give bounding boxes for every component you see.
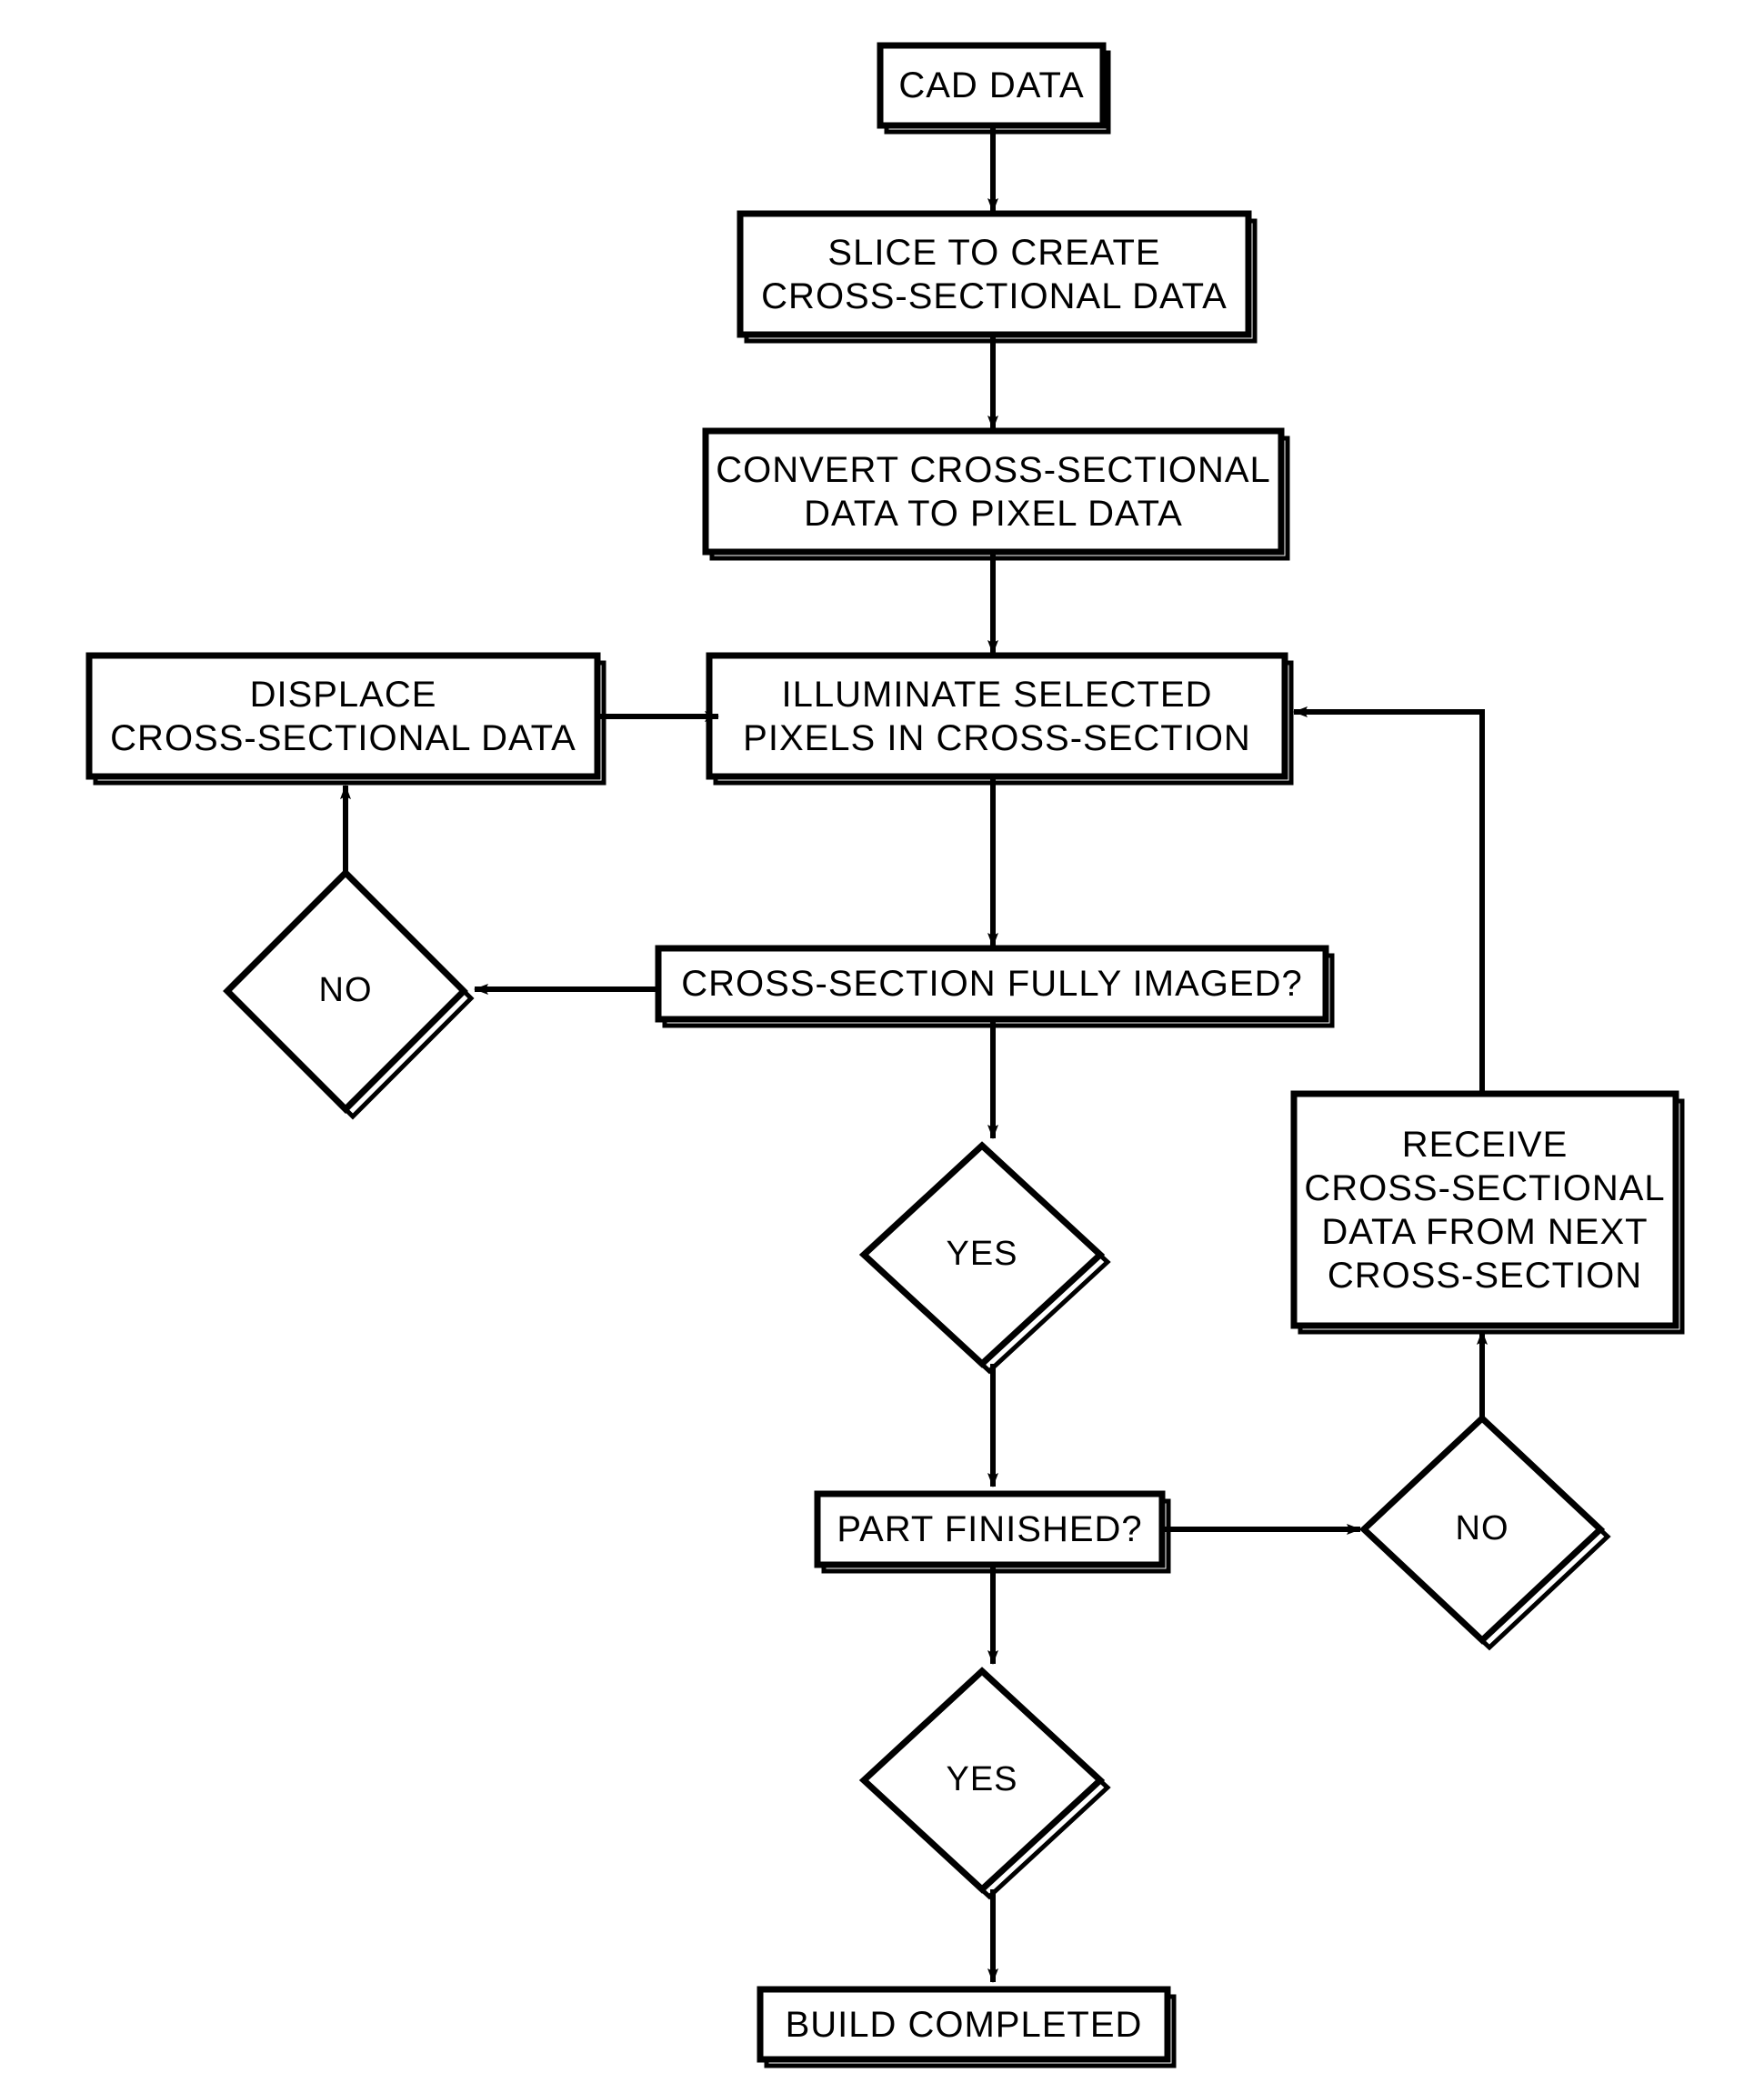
node-fully-imaged[interactable]	[655, 945, 1335, 1028]
node-part-finished[interactable]	[814, 1490, 1171, 1574]
node-cad-data[interactable]	[877, 42, 1111, 135]
node-illuminate[interactable]	[706, 652, 1294, 786]
node-displace[interactable]	[85, 652, 606, 786]
node-yes-imaged[interactable]	[858, 1141, 1111, 1375]
node-slice[interactable]	[737, 210, 1258, 344]
node-build-completed[interactable]	[757, 1986, 1177, 2068]
node-no-imaged[interactable]	[223, 868, 475, 1120]
edge-receive-to-illuminate	[1293, 706, 1485, 1094]
flowchart-svg	[85, 42, 1685, 2068]
node-convert[interactable]	[702, 427, 1290, 561]
flowchart-canvas: CAD DATA SLICE TO CREATE CROSS-SECTIONAL…	[0, 0, 1764, 2073]
node-yes-finished[interactable]	[858, 1667, 1111, 1900]
node-no-finished[interactable]	[1358, 1414, 1611, 1651]
node-receive-next[interactable]	[1290, 1090, 1685, 1335]
